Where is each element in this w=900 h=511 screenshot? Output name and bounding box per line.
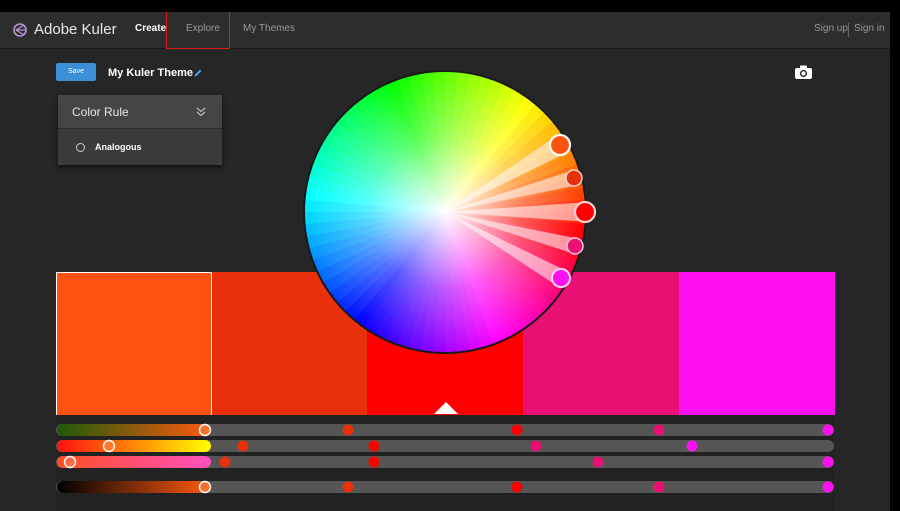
nav-divider xyxy=(848,23,849,37)
color-swatch[interactable] xyxy=(367,272,523,415)
color-wheel-segment[interactable] xyxy=(445,151,577,212)
color-wheel-segment[interactable] xyxy=(445,103,544,212)
color-wheel-segment[interactable] xyxy=(445,112,553,212)
color-wheel-segment[interactable] xyxy=(445,140,572,212)
color-swatch[interactable] xyxy=(679,272,835,415)
color-wheel-segment[interactable] xyxy=(307,212,445,250)
color-wheel-segment[interactable] xyxy=(323,131,445,212)
color-rule-header[interactable]: Color Rule xyxy=(58,95,222,129)
explore-highlight-box xyxy=(166,6,230,49)
color-rule-panel: Color Rule Analogous xyxy=(58,95,222,165)
color-wheel-segment[interactable] xyxy=(419,72,445,212)
sign-up-link[interactable]: Sign up xyxy=(814,23,848,34)
color-wheel-segment[interactable] xyxy=(305,187,445,212)
radio-icon[interactable] xyxy=(76,142,85,152)
color-wheel-segment[interactable] xyxy=(305,212,445,226)
color-wheel-segment[interactable] xyxy=(384,80,445,213)
color-ray xyxy=(445,212,575,253)
rule-option-label: Analogous xyxy=(95,142,142,152)
wheel-color-handle[interactable] xyxy=(565,169,583,187)
kuler-logo-icon xyxy=(13,22,27,37)
color-swatch[interactable] xyxy=(523,272,679,415)
color-ray xyxy=(445,171,574,212)
color-wheel-segment[interactable] xyxy=(445,162,581,212)
logo[interactable]: Adobe Kuler xyxy=(12,21,117,38)
color-wheel-segment[interactable] xyxy=(445,186,585,212)
pencil-icon[interactable] xyxy=(193,68,203,78)
color-wheel-segment[interactable] xyxy=(306,175,445,212)
slider-area xyxy=(56,415,834,511)
color-wheel-segment[interactable] xyxy=(445,210,586,225)
wheel-color-handle[interactable] xyxy=(573,200,597,224)
color-wheel-segment[interactable] xyxy=(354,97,445,212)
window-top-bar xyxy=(0,0,900,12)
color-wheel-segment[interactable] xyxy=(313,212,445,273)
save-button[interactable]: Save xyxy=(56,63,96,81)
color-wheel-segment[interactable] xyxy=(336,113,445,212)
color-wheel-segment[interactable] xyxy=(445,90,526,212)
color-wheel-segment[interactable] xyxy=(317,142,445,212)
base-color-marker xyxy=(434,402,458,414)
top-nav: Adobe Kuler Create Explore My Themes Sig… xyxy=(0,12,890,49)
color-wheel-segment[interactable] xyxy=(445,212,584,249)
kuler-app: Adobe Kuler Create Explore My Themes Sig… xyxy=(0,0,890,511)
color-wheel-segment[interactable] xyxy=(373,85,445,212)
color-wheel-segment[interactable] xyxy=(395,76,445,212)
color-wheel-segment[interactable] xyxy=(313,152,445,212)
color-swatch[interactable] xyxy=(56,272,212,415)
nav-create[interactable]: Create xyxy=(135,23,166,34)
color-swatch[interactable] xyxy=(212,272,368,415)
color-wheel-segment[interactable] xyxy=(445,96,535,212)
nav-my-themes[interactable]: My Themes xyxy=(243,23,295,34)
color-wheel-segment[interactable] xyxy=(445,73,482,212)
rule-option-analogous[interactable]: Analogous xyxy=(76,142,142,152)
color-wheel-segment[interactable] xyxy=(443,72,458,213)
color-rule-title: Color Rule xyxy=(72,105,129,119)
color-wheel-segment[interactable] xyxy=(309,164,445,212)
color-wheel-segment[interactable] xyxy=(309,212,445,262)
color-wheel-segment[interactable] xyxy=(305,199,445,214)
color-wheel-segment[interactable] xyxy=(445,212,577,272)
color-wheel-segment[interactable] xyxy=(445,72,470,212)
color-ray xyxy=(445,138,563,212)
wheel-color-handle[interactable] xyxy=(548,133,572,157)
double-chevron-down-icon[interactable] xyxy=(196,107,206,117)
color-wheel-segment[interactable] xyxy=(329,122,445,212)
color-wheel-segment[interactable] xyxy=(445,212,585,237)
sign-in-link[interactable]: Sign in xyxy=(854,23,885,34)
color-wheel-segment[interactable] xyxy=(345,104,445,212)
color-wheel-segment[interactable] xyxy=(305,212,445,238)
color-wheel-segment[interactable] xyxy=(445,80,505,213)
color-wheel-segment[interactable] xyxy=(445,121,560,212)
theme-name[interactable]: My Kuler Theme xyxy=(108,67,193,79)
color-wheel-segment[interactable] xyxy=(445,212,581,260)
color-wheel-segment[interactable] xyxy=(445,198,585,212)
color-wheel-segment[interactable] xyxy=(407,74,445,212)
app-name: Adobe Kuler xyxy=(34,21,117,38)
color-wheel-segment[interactable] xyxy=(445,76,493,213)
color-wheel-segment[interactable] xyxy=(363,90,445,212)
color-wheel-segment[interactable] xyxy=(445,84,515,212)
camera-icon[interactable] xyxy=(794,64,813,80)
color-ray xyxy=(445,202,582,222)
color-wheel-segment[interactable] xyxy=(431,72,445,212)
color-wheel-segment[interactable] xyxy=(445,130,567,212)
wheel-color-handle[interactable] xyxy=(566,237,584,255)
color-wheel-segment[interactable] xyxy=(445,174,583,212)
